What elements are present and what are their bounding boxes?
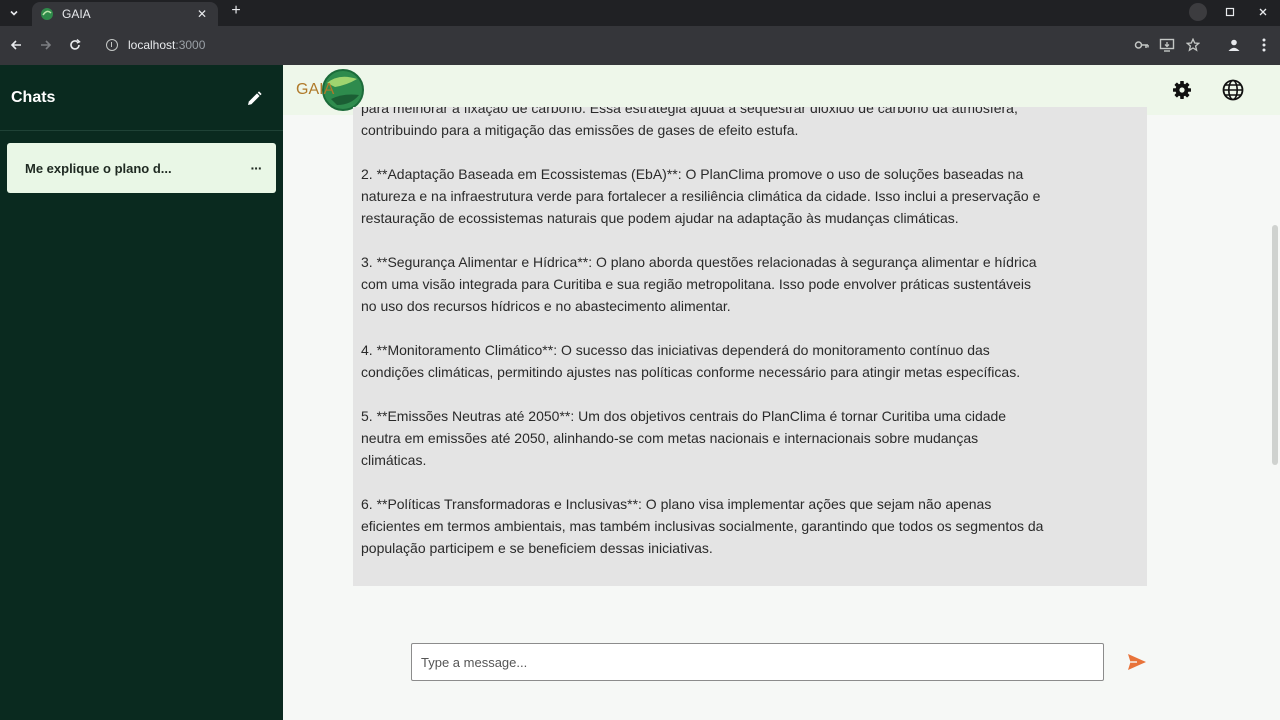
- message-line: condições climáticas, permitindo ajustes…: [361, 364, 1021, 380]
- browser-toolbar: localhost:3000: [0, 26, 1280, 65]
- tab-title: GAIA: [62, 7, 91, 21]
- chevron-down-icon[interactable]: [4, 3, 24, 23]
- message-line: 2. **Adaptação Baseada em Ecossistemas (…: [361, 166, 1024, 182]
- send-button[interactable]: [1126, 652, 1148, 672]
- more-options-button[interactable]: ···: [236, 160, 276, 176]
- arrow-left-icon[interactable]: [6, 35, 26, 55]
- message-line: população participem e se beneficiem des…: [361, 540, 713, 556]
- message-line: restauração de ecossistemas naturais que…: [361, 210, 959, 226]
- chat-item-label: Me explique o plano d...: [25, 160, 172, 176]
- message-line: 5. **Emissões Neutras até 2050**: Um dos…: [361, 408, 1007, 424]
- person-icon[interactable]: [1225, 36, 1243, 54]
- message-line: com uma visão integrada para Curitiba e …: [361, 276, 1032, 292]
- send-icon: [1128, 654, 1146, 670]
- install-icon[interactable]: [1158, 36, 1176, 54]
- chat-area: para melhorar a fixação de carbono. Essa…: [283, 107, 1280, 720]
- reload-icon[interactable]: [65, 35, 85, 55]
- assistant-message: para melhorar a fixação de carbono. Essa…: [353, 107, 1147, 586]
- key-icon[interactable]: [1133, 36, 1151, 54]
- kebab-icon[interactable]: [1255, 36, 1273, 54]
- sidebar: Chats Me explique o plano d... ···: [0, 65, 283, 720]
- message-line: no uso dos recursos hídricos e no abaste…: [361, 298, 731, 314]
- settings-button[interactable]: [1170, 78, 1194, 102]
- language-button[interactable]: [1221, 78, 1245, 102]
- info-icon[interactable]: [106, 39, 118, 51]
- sidebar-title: Chats: [11, 89, 56, 106]
- star-icon[interactable]: [1184, 36, 1202, 54]
- restore-icon[interactable]: [1220, 3, 1240, 21]
- message-line: neutra em emissões até 2050, alinhando-s…: [361, 430, 979, 446]
- plus-icon[interactable]: +: [228, 2, 244, 20]
- address-bar[interactable]: localhost:3000: [96, 31, 1126, 59]
- message-text: para melhorar a fixação de carbono. Essa…: [361, 107, 1141, 559]
- close-icon[interactable]: ✕: [194, 7, 210, 21]
- message-line: 3. **Segurança Alimentar e Hídrica**: O …: [361, 254, 1037, 270]
- pencil-icon: [248, 91, 262, 105]
- message-line: 4. **Monitoramento Climático**: O sucess…: [361, 342, 990, 358]
- chat-list-item[interactable]: Me explique o plano d... ···: [7, 143, 276, 193]
- message-line: 6. **Políticas Transformadoras e Inclusi…: [361, 496, 992, 512]
- logo-text: GAIA: [296, 81, 335, 98]
- message-line: eficientes em termos ambientais, mas tam…: [361, 518, 1044, 534]
- browser-tabstrip: GAIA ✕ +: [0, 0, 1280, 26]
- new-chat-button[interactable]: [244, 89, 264, 109]
- gaia-favicon-icon: [41, 8, 53, 20]
- message-line: natureza e na infraestrutura verde para …: [361, 188, 1041, 204]
- close-window-icon[interactable]: [1253, 3, 1273, 21]
- message-line: contribuindo para a mitigação das emissõ…: [361, 122, 799, 138]
- message-input[interactable]: [421, 654, 1103, 670]
- browser-tab[interactable]: GAIA ✕: [32, 2, 218, 26]
- message-line: para melhorar a fixação de carbono. Essa…: [361, 107, 1018, 116]
- message-line: climáticas.: [361, 452, 427, 468]
- profile-avatar[interactable]: [1189, 3, 1207, 21]
- url-host: localhost: [128, 38, 176, 52]
- message-input-wrapper: [411, 643, 1104, 681]
- gear-icon: [1173, 81, 1191, 99]
- globe-icon: [1222, 79, 1244, 101]
- arrow-right-icon[interactable]: [36, 35, 56, 55]
- url-port: :3000: [175, 38, 206, 52]
- scrollbar[interactable]: [1272, 225, 1278, 465]
- sidebar-header: Chats: [0, 65, 283, 131]
